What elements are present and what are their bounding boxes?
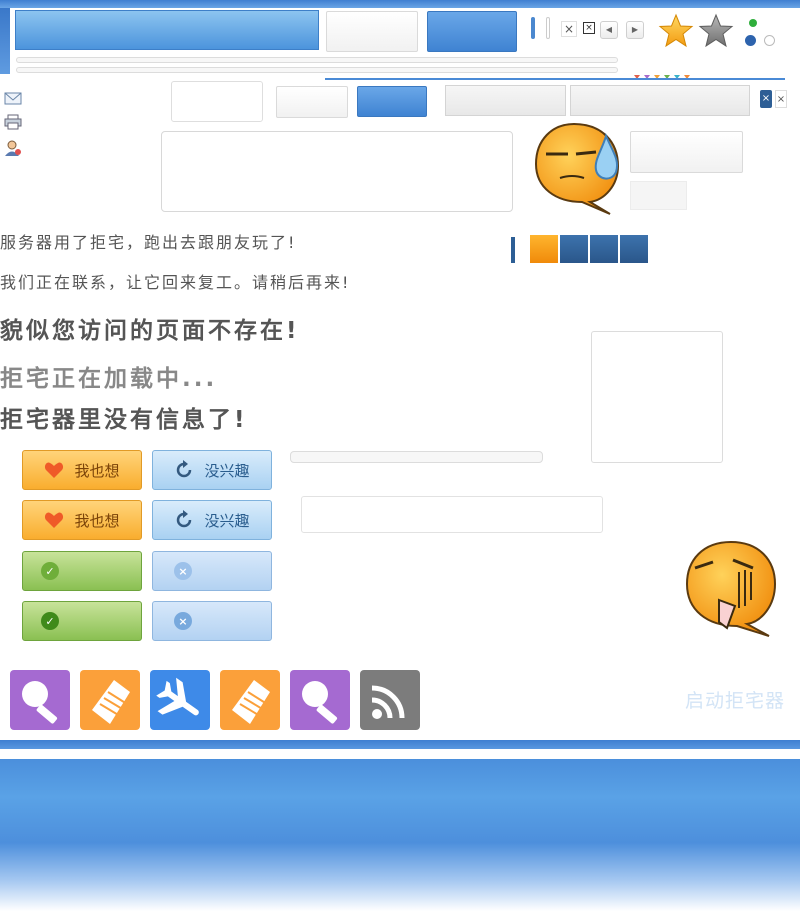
scroll-thumb-blue[interactable] bbox=[531, 17, 535, 39]
heart-icon bbox=[45, 512, 64, 528]
search-icon bbox=[302, 681, 338, 724]
footer-gradient bbox=[0, 759, 800, 911]
refresh-icon bbox=[177, 510, 192, 528]
search-icon bbox=[22, 681, 58, 724]
confirm-button[interactable]: ✓ bbox=[22, 551, 142, 591]
radio-unchecked[interactable] bbox=[764, 35, 775, 46]
message-line-2: 我们正在联系，让它回来复工。请稍后再来! bbox=[0, 273, 351, 292]
check-icon: ✓ bbox=[41, 612, 59, 630]
mail-icon[interactable] bbox=[4, 91, 22, 107]
scroll-thumb-grey[interactable] bbox=[546, 17, 550, 39]
close-icon[interactable]: × bbox=[583, 22, 595, 34]
rss-tile[interactable] bbox=[360, 670, 420, 730]
sweat-emoticon-icon bbox=[534, 122, 620, 215]
user-icon[interactable] bbox=[4, 140, 22, 156]
crying-emoticon-icon bbox=[685, 540, 777, 637]
message-line-1: 服务器用了拒宅，跑出去跟朋友玩了! bbox=[0, 233, 297, 252]
close-icon[interactable]: × bbox=[561, 21, 577, 37]
progress-track-1 bbox=[16, 57, 618, 63]
error-heading: 貌似您访问的页面不存在! bbox=[0, 318, 300, 344]
textarea-box[interactable] bbox=[161, 131, 513, 212]
swatch-orange[interactable] bbox=[530, 235, 558, 263]
not-interested-label: 没兴趣 bbox=[204, 511, 250, 530]
title-bar bbox=[15, 10, 319, 50]
white-button[interactable] bbox=[276, 86, 348, 118]
refresh-icon bbox=[177, 460, 192, 478]
check-icon: ✓ bbox=[41, 562, 59, 580]
left-edge-bar bbox=[0, 8, 10, 74]
blue-button[interactable] bbox=[427, 11, 517, 52]
want-button-hover[interactable]: 我也想 bbox=[22, 500, 142, 540]
search-tile[interactable] bbox=[10, 670, 70, 730]
rss-icon bbox=[371, 685, 405, 719]
search-tile[interactable] bbox=[290, 670, 350, 730]
cancel-button[interactable]: × bbox=[152, 551, 272, 591]
close-icon: × bbox=[174, 562, 192, 580]
broom-icon bbox=[232, 680, 270, 724]
broom-icon bbox=[92, 680, 130, 724]
print-icon[interactable] bbox=[4, 114, 22, 130]
grey-tab[interactable] bbox=[445, 85, 566, 116]
footer-strip bbox=[0, 740, 800, 749]
empty-text: 拒宅器里没有信息了! bbox=[0, 407, 248, 433]
close-icon[interactable]: × bbox=[775, 90, 787, 108]
white-button[interactable] bbox=[630, 131, 743, 173]
divider-line bbox=[325, 78, 785, 80]
text-input-box[interactable] bbox=[171, 81, 263, 122]
blue-button[interactable] bbox=[357, 86, 427, 117]
close-icon[interactable]: × bbox=[760, 90, 772, 108]
footer-gap bbox=[0, 749, 800, 759]
not-interested-button-hover[interactable]: 没兴趣 bbox=[152, 500, 272, 540]
want-label: 我也想 bbox=[74, 511, 120, 530]
image-placeholder bbox=[591, 331, 723, 463]
star-filled-icon[interactable] bbox=[658, 13, 694, 49]
not-interested-label: 没兴趣 bbox=[204, 461, 250, 480]
loading-text: 拒宅正在加载中... bbox=[0, 366, 218, 392]
swatch-blue[interactable] bbox=[560, 235, 588, 263]
swatch-bar bbox=[511, 237, 515, 263]
swatch-blue[interactable] bbox=[620, 235, 648, 263]
confirm-button-active[interactable]: ✓ bbox=[22, 601, 142, 641]
color-dots bbox=[634, 64, 694, 83]
cancel-button-active[interactable]: × bbox=[152, 601, 272, 641]
star-grey-icon[interactable] bbox=[698, 13, 734, 49]
prev-arrow-icon[interactable]: ◀ bbox=[600, 21, 618, 39]
broom-tile[interactable] bbox=[220, 670, 280, 730]
not-interested-button[interactable]: 没兴趣 bbox=[152, 450, 272, 490]
radio-checked[interactable] bbox=[745, 35, 756, 46]
check-dot-icon bbox=[749, 19, 757, 27]
grey-button[interactable] bbox=[630, 181, 687, 210]
white-button[interactable] bbox=[326, 11, 418, 52]
progress-track-2 bbox=[16, 67, 618, 73]
grey-tab[interactable] bbox=[570, 85, 750, 116]
swatch-blue[interactable] bbox=[590, 235, 618, 263]
want-label: 我也想 bbox=[74, 461, 120, 480]
plane-icon bbox=[156, 677, 199, 716]
input-field[interactable] bbox=[301, 496, 603, 533]
heart-icon bbox=[45, 462, 64, 478]
next-arrow-icon[interactable]: ▶ bbox=[626, 21, 644, 39]
broom-tile[interactable] bbox=[80, 670, 140, 730]
launch-button[interactable]: 启动拒宅器 bbox=[685, 686, 785, 713]
plane-tile[interactable] bbox=[150, 670, 210, 730]
slider-track[interactable] bbox=[290, 451, 543, 463]
want-button[interactable]: 我也想 bbox=[22, 450, 142, 490]
close-icon: × bbox=[174, 612, 192, 630]
top-strip bbox=[0, 0, 800, 8]
